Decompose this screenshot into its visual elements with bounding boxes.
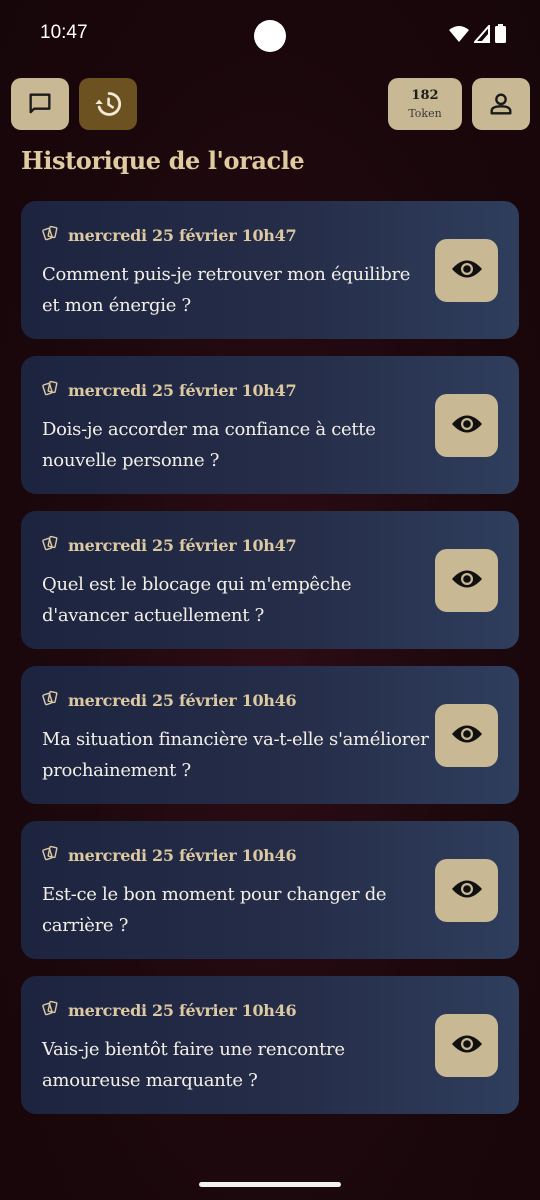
view-button[interactable]	[435, 394, 498, 457]
view-button[interactable]	[435, 859, 498, 922]
eye-icon	[451, 1033, 483, 1059]
token-label: Token	[408, 106, 442, 120]
card-date-text: mercredi 25 février 10h47	[68, 225, 297, 245]
page-title: Historique de l'oracle	[21, 146, 305, 175]
view-button[interactable]	[435, 239, 498, 302]
profile-button[interactable]	[472, 78, 530, 130]
card-question: Vais-je bientôt faire une rencontre amou…	[42, 1039, 345, 1091]
card-date-text: mercredi 25 février 10h47	[68, 380, 297, 400]
eye-icon	[451, 878, 483, 904]
eye-icon	[451, 568, 483, 594]
card-question: Dois-je accorder ma confiance à cette no…	[42, 419, 376, 471]
card-date: mercredi 25 février 10h46	[42, 845, 297, 865]
cards-icon	[42, 380, 60, 400]
status-icons	[449, 24, 506, 43]
eye-icon	[451, 413, 483, 439]
person-icon	[490, 93, 512, 115]
card-date: mercredi 25 février 10h47	[42, 535, 297, 555]
card-date-text: mercredi 25 février 10h46	[68, 845, 297, 865]
view-button[interactable]	[435, 1014, 498, 1077]
signal-icon	[474, 24, 490, 43]
home-indicator[interactable]	[199, 1182, 341, 1187]
card-question: Ma situation financière va-t-elle s'amél…	[42, 729, 429, 781]
history-card[interactable]: mercredi 25 février 10h46 Ma situation fi…	[21, 666, 519, 804]
wifi-icon	[449, 25, 469, 42]
cards-icon	[42, 535, 60, 555]
status-time: 10:47	[40, 22, 88, 43]
top-bar: 182 Token	[0, 78, 540, 132]
history-list: mercredi 25 février 10h47 Comment puis-je…	[21, 201, 519, 1131]
cards-icon	[42, 225, 60, 245]
cards-icon	[42, 845, 60, 865]
history-card[interactable]: mercredi 25 février 10h47 Dois-je accorde…	[21, 356, 519, 494]
view-button[interactable]	[435, 704, 498, 767]
card-date-text: mercredi 25 février 10h46	[68, 690, 297, 710]
card-question: Comment puis-je retrouver mon équilibre …	[42, 264, 411, 316]
card-date: mercredi 25 février 10h46	[42, 1000, 297, 1020]
card-date: mercredi 25 février 10h46	[42, 690, 297, 710]
status-bar: 10:47	[0, 0, 540, 68]
eye-icon	[451, 723, 483, 749]
card-question: Est-ce le bon moment pour changer de car…	[42, 884, 387, 936]
cards-icon	[42, 1000, 60, 1020]
chat-button[interactable]	[11, 78, 69, 130]
cards-icon	[42, 690, 60, 710]
card-date: mercredi 25 février 10h47	[42, 380, 297, 400]
card-date-text: mercredi 25 février 10h46	[68, 1000, 297, 1020]
eye-icon	[451, 258, 483, 284]
battery-icon	[495, 24, 506, 43]
card-date-text: mercredi 25 février 10h47	[68, 535, 297, 555]
history-card[interactable]: mercredi 25 février 10h46 Vais-je bientôt…	[21, 976, 519, 1114]
history-card[interactable]: mercredi 25 février 10h46 Est-ce le bon m…	[21, 821, 519, 959]
history-card[interactable]: mercredi 25 février 10h47 Comment puis-je…	[21, 201, 519, 339]
history-button[interactable]	[79, 78, 137, 130]
token-count: 182	[411, 87, 439, 103]
card-question: Quel est le blocage qui m'empêche d'avan…	[42, 574, 352, 626]
history-icon	[95, 92, 122, 116]
camera-cutout	[254, 20, 286, 52]
token-button[interactable]: 182 Token	[388, 78, 462, 130]
history-card[interactable]: mercredi 25 février 10h47 Quel est le blo…	[21, 511, 519, 649]
view-button[interactable]	[435, 549, 498, 612]
chat-bubble-icon	[29, 93, 51, 114]
card-date: mercredi 25 février 10h47	[42, 225, 297, 245]
